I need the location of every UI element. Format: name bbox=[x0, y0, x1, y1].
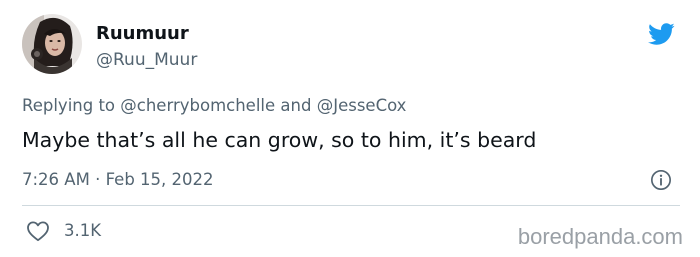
reply-prefix: Replying to bbox=[22, 96, 116, 115]
display-name[interactable]: Ruumuur bbox=[96, 23, 189, 45]
watermark: boredpanda.com bbox=[517, 224, 683, 249]
avatar[interactable] bbox=[22, 14, 82, 74]
mention-link[interactable]: @JesseCox bbox=[317, 96, 407, 115]
tweet-timestamp[interactable]: 7:26 AM · Feb 15, 2022 bbox=[22, 169, 214, 191]
tweet-text: Maybe that’s all he can grow, so to him,… bbox=[22, 128, 537, 152]
reply-context: Replying to @cherrybomchelle and @JesseC… bbox=[22, 95, 406, 117]
user-handle[interactable]: @Ruu_Muur bbox=[96, 49, 197, 71]
twitter-bird-icon[interactable] bbox=[644, 20, 678, 48]
reply-joiner: and bbox=[280, 96, 312, 115]
info-icon[interactable] bbox=[650, 169, 672, 191]
heart-icon[interactable] bbox=[26, 220, 50, 242]
timestamp-separator: · bbox=[95, 170, 101, 189]
tweet-card: Ruumuur @Ruu_Muur Replying to @cherrybom… bbox=[0, 0, 700, 257]
tweet-date: Feb 15, 2022 bbox=[105, 170, 214, 189]
like-count: 3.1K bbox=[64, 221, 102, 240]
tweet-time: 7:26 AM bbox=[22, 170, 90, 189]
divider bbox=[22, 205, 680, 206]
mention-link[interactable]: @cherrybomchelle bbox=[120, 96, 275, 115]
avatar-photo bbox=[22, 14, 82, 74]
